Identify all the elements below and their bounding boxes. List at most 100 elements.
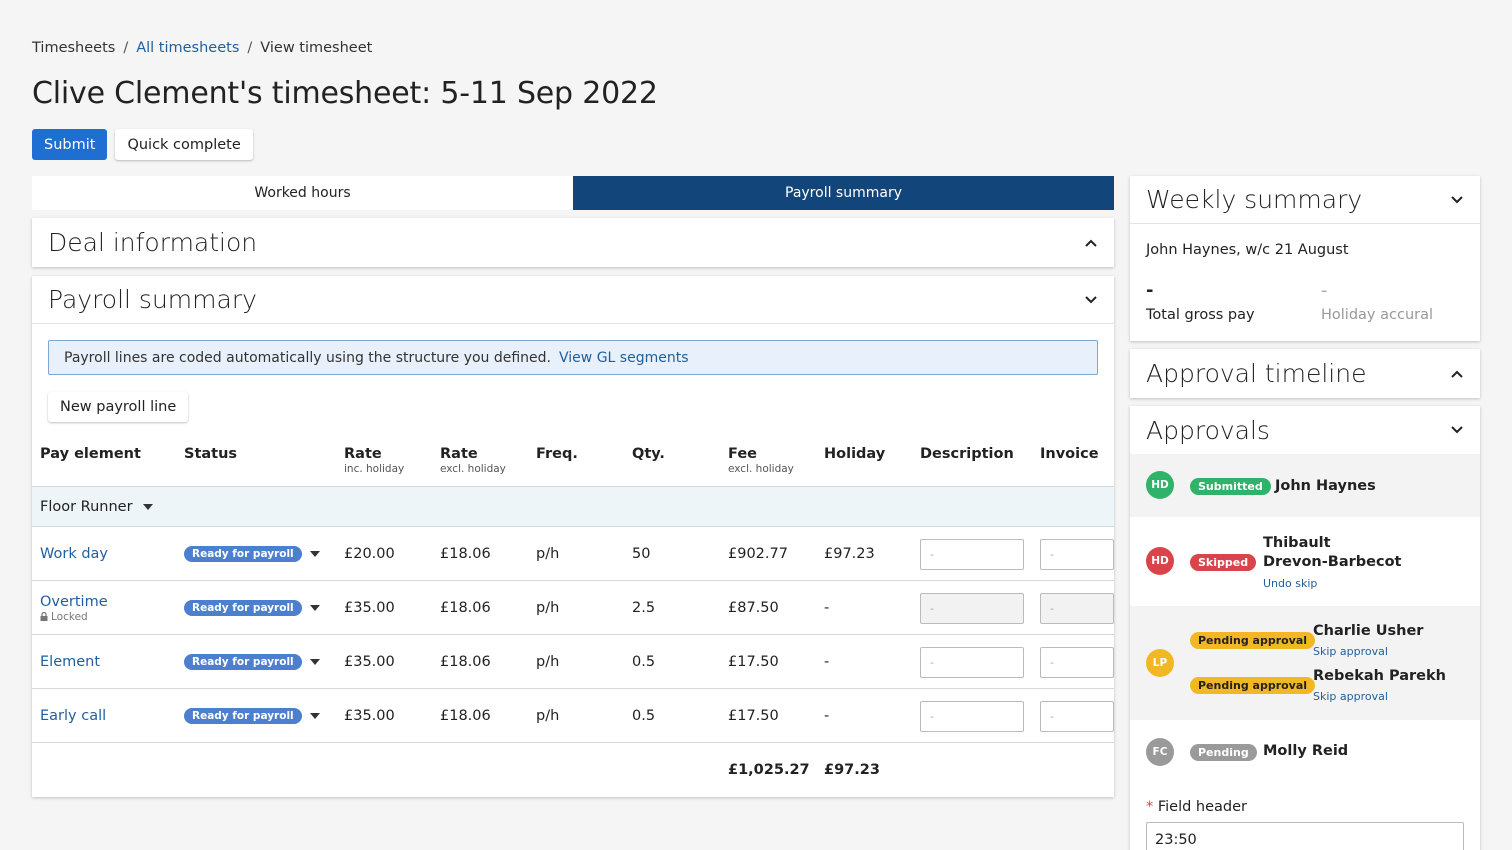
weekly-subtitle: John Haynes, w/c 21 August [1146, 242, 1349, 258]
avatar: HD [1146, 547, 1174, 575]
chevron-down-icon[interactable] [1084, 293, 1098, 307]
table-row: Work day Ready for payroll £20.00 £18.06 p/h… [32, 527, 1114, 581]
caret-down-icon[interactable] [142, 503, 153, 510]
invoice-input[interactable]: - [1040, 700, 1114, 732]
approver-name-line1: Thibault [1263, 535, 1331, 551]
description-cell: - [920, 581, 1024, 635]
total-holiday: £97.23 [824, 762, 880, 778]
pay-element-link[interactable]: Early call [40, 708, 106, 724]
rate-inc-cell: £35.00 [344, 654, 395, 670]
status-badge-submitted: Submitted [1190, 478, 1271, 495]
action-bar: Submit Quick complete [32, 129, 253, 160]
caret-down-icon[interactable] [310, 659, 320, 665]
approval-timeline-header[interactable]: Approval timeline [1130, 349, 1480, 398]
banner-text: Payroll lines are coded automatically us… [64, 349, 552, 366]
status-dropdown-caret[interactable] [310, 689, 320, 743]
chevron-up-icon[interactable] [1084, 236, 1098, 250]
status-dropdown-caret[interactable] [310, 581, 320, 635]
quick-complete-button[interactable]: Quick complete [115, 129, 253, 160]
deal-information-header[interactable]: Deal information [32, 218, 1114, 267]
invoice-input[interactable]: - [1040, 538, 1114, 570]
col-status: Status [184, 446, 238, 462]
approval-timeline-card: Approval timeline [1130, 349, 1480, 398]
description-input[interactable]: - [920, 538, 1024, 570]
pay-element-link[interactable]: Element [40, 654, 100, 670]
status-badge-ready: Ready for payroll [184, 546, 302, 562]
rate-excl-cell: £18.06 [440, 654, 491, 670]
table-row: Element Ready for payroll £35.00 £18.06 p/h 0… [32, 635, 1114, 689]
qty-cell: 0.5 [632, 654, 656, 670]
col-rate-excl-label: Rate [440, 446, 478, 462]
status-dropdown-caret[interactable] [310, 635, 320, 689]
col-fee: Fee excl. holiday [728, 446, 794, 475]
approval-timeline-title: Approval timeline [1146, 359, 1367, 388]
weekly-summary-header[interactable]: Weekly summary [1130, 176, 1480, 224]
col-fee-sub: excl. holiday [728, 463, 794, 475]
qty-cell: 0.5 [632, 708, 656, 724]
tab-worked-hours[interactable]: Worked hours [32, 176, 573, 210]
breadcrumb-timesheets[interactable]: Timesheets [32, 40, 115, 56]
payroll-summary-title: Payroll summary [48, 285, 257, 314]
approvals-header[interactable]: Approvals [1130, 406, 1480, 454]
caret-down-icon[interactable] [310, 551, 320, 557]
description-input[interactable]: - [920, 700, 1024, 732]
deal-information-title: Deal information [48, 228, 258, 257]
status-dropdown-caret[interactable] [310, 527, 320, 581]
payroll-summary-header[interactable]: Payroll summary [32, 276, 1114, 324]
description-cell: - [920, 635, 1024, 689]
invoice-input[interactable]: - [1040, 646, 1114, 678]
pay-element-link[interactable]: Work day [40, 546, 108, 562]
rate-inc-cell: £20.00 [344, 546, 395, 562]
deal-information-card: Deal information [32, 218, 1114, 267]
holiday-accrual-label: Holiday accural [1321, 307, 1434, 323]
avatar: FC [1146, 738, 1174, 766]
description-cell: - [920, 689, 1024, 743]
col-pay-element: Pay element [40, 446, 141, 462]
chevron-down-icon[interactable] [1450, 193, 1464, 207]
approvals-card: Approvals HD Submitted John Haynes HD Sk… [1130, 406, 1480, 850]
chevron-up-icon[interactable] [1450, 367, 1464, 381]
skip-approval-link[interactable]: Skip approval [1313, 690, 1388, 703]
locked-indicator: Locked [40, 611, 88, 623]
pay-element-cell: Element [40, 635, 100, 689]
col-description: Description [920, 446, 1014, 462]
pay-element-cell: Early call [40, 689, 106, 743]
chevron-down-icon[interactable] [1450, 423, 1464, 437]
col-qty: Qty. [632, 446, 665, 462]
holiday-cell: - [824, 600, 830, 616]
locked-label: Locked [51, 610, 88, 623]
col-holiday: Holiday [824, 446, 886, 462]
pay-element-link[interactable]: Overtime [40, 594, 108, 610]
tab-payroll-summary[interactable]: Payroll summary [573, 176, 1114, 210]
field-header-input[interactable]: 23:50 [1146, 822, 1464, 850]
breadcrumb-view-timesheet: View timesheet [260, 40, 373, 56]
approver-name: Rebekah Parekh [1313, 668, 1446, 684]
status-cell: Ready for payroll [184, 581, 302, 635]
undo-skip-link[interactable]: Undo skip [1263, 577, 1317, 590]
caret-down-icon[interactable] [310, 713, 320, 719]
description-input[interactable]: - [920, 592, 1024, 624]
caret-down-icon[interactable] [310, 605, 320, 611]
breadcrumb: Timesheets / All timesheets / View times… [32, 40, 372, 56]
col-rate-inc: Rate inc. holiday [344, 446, 404, 475]
group-row-floor-runner[interactable]: Floor Runner [32, 487, 1114, 527]
status-cell: Ready for payroll [184, 689, 302, 743]
view-gl-segments-link[interactable]: View GL segments [559, 350, 688, 366]
submit-button[interactable]: Submit [32, 129, 108, 160]
pay-element-cell: Overtime Locked [40, 581, 108, 635]
gross-pay-label: Total gross pay [1146, 307, 1255, 323]
skip-approval-link[interactable]: Skip approval [1313, 645, 1388, 658]
new-payroll-line-button[interactable]: New payroll line [48, 392, 189, 422]
approval-entry-skipped: HD Skipped Thibault Drevon-Barbecot Undo… [1130, 517, 1480, 606]
rate-excl-cell: £18.06 [440, 708, 491, 724]
totals-row: £1,025.27 £97.23 [32, 743, 1114, 797]
col-rate-inc-label: Rate [344, 446, 382, 462]
description-input[interactable]: - [920, 646, 1024, 678]
status-cell: Ready for payroll [184, 527, 302, 581]
breadcrumb-all-timesheets[interactable]: All timesheets [136, 40, 239, 56]
holiday-cell: - [824, 654, 830, 670]
invoice-input[interactable]: - [1040, 592, 1114, 624]
holiday-accrual-value: - [1321, 280, 1328, 301]
status-badge-skipped: Skipped [1190, 554, 1257, 571]
breadcrumb-separator: / [123, 40, 129, 56]
